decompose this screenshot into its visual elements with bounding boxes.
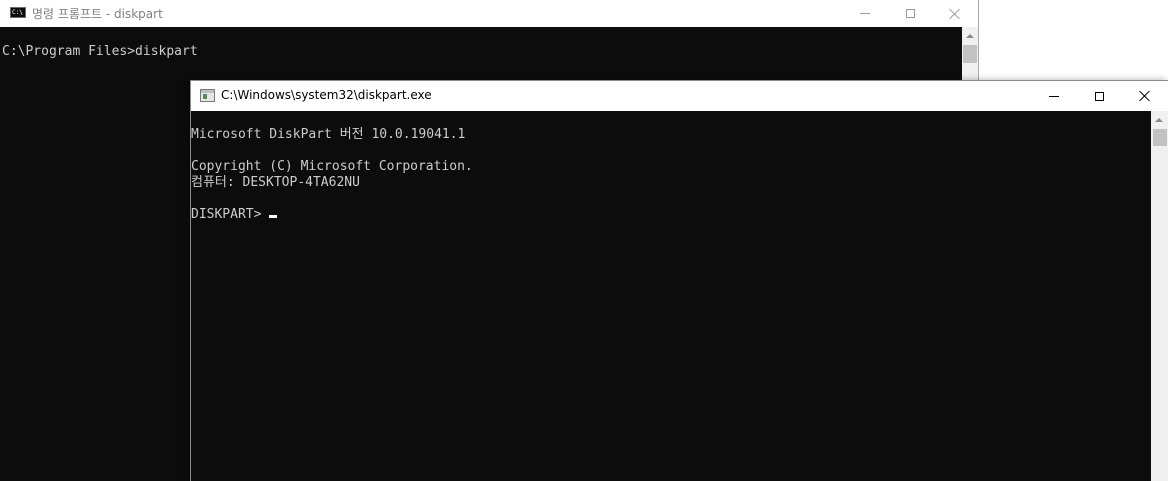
diskpart-prompt: DISKPART> — [191, 207, 270, 222]
minimize-button[interactable] — [842, 0, 888, 27]
close-icon — [949, 8, 961, 20]
close-button[interactable] — [932, 0, 978, 27]
console-app-icon[interactable] — [200, 89, 215, 102]
diskpart-window[interactable]: C:\Windows\system32\diskpart.exe Microso… — [190, 80, 1168, 481]
diskpart-titlebar[interactable]: C:\Windows\system32\diskpart.exe — [191, 81, 1168, 111]
command-prompt-titlebar[interactable]: C:\ 명령 프롬프트 - diskpart — [0, 0, 978, 27]
console-line: C:\Program Files>diskpart — [2, 44, 198, 59]
text-cursor — [269, 215, 278, 218]
close-icon — [1139, 90, 1151, 102]
minimize-icon — [860, 13, 870, 14]
chevron-up-icon — [1155, 117, 1163, 122]
vertical-scrollbar[interactable] — [1151, 111, 1168, 481]
scroll-up-button[interactable] — [962, 27, 978, 44]
minimize-icon — [1049, 95, 1059, 97]
close-button[interactable] — [1122, 81, 1168, 111]
maximize-button[interactable] — [1076, 81, 1122, 111]
maximize-icon — [905, 9, 915, 18]
minimize-button[interactable] — [1031, 81, 1077, 111]
command-prompt-title: 명령 프롬프트 - diskpart — [32, 7, 163, 21]
scroll-thumb[interactable] — [1153, 129, 1167, 146]
copyright-line: Copyright (C) Microsoft Corporation. — [191, 159, 473, 174]
prompt-line[interactable]: DISKPART> — [191, 207, 278, 223]
scroll-up-button[interactable] — [1151, 111, 1167, 128]
computer-name-line: 컴퓨터: DESKTOP-4TA62NU — [191, 175, 360, 190]
maximize-button[interactable] — [887, 0, 933, 27]
version-line: Microsoft DiskPart 버전 10.0.19041.1 — [191, 127, 466, 142]
diskpart-title: C:\Windows\system32\diskpart.exe — [221, 88, 432, 102]
chevron-up-icon — [966, 33, 974, 38]
scroll-thumb[interactable] — [963, 45, 977, 63]
diskpart-console[interactable]: Microsoft DiskPart 버전 10.0.19041.1 Copyr… — [191, 111, 1151, 481]
cmd-icon[interactable]: C:\ — [10, 7, 26, 18]
desktop: C:\ 명령 프롬프트 - diskpart C:\Program Files>… — [0, 0, 1168, 481]
maximize-icon — [1094, 91, 1104, 101]
